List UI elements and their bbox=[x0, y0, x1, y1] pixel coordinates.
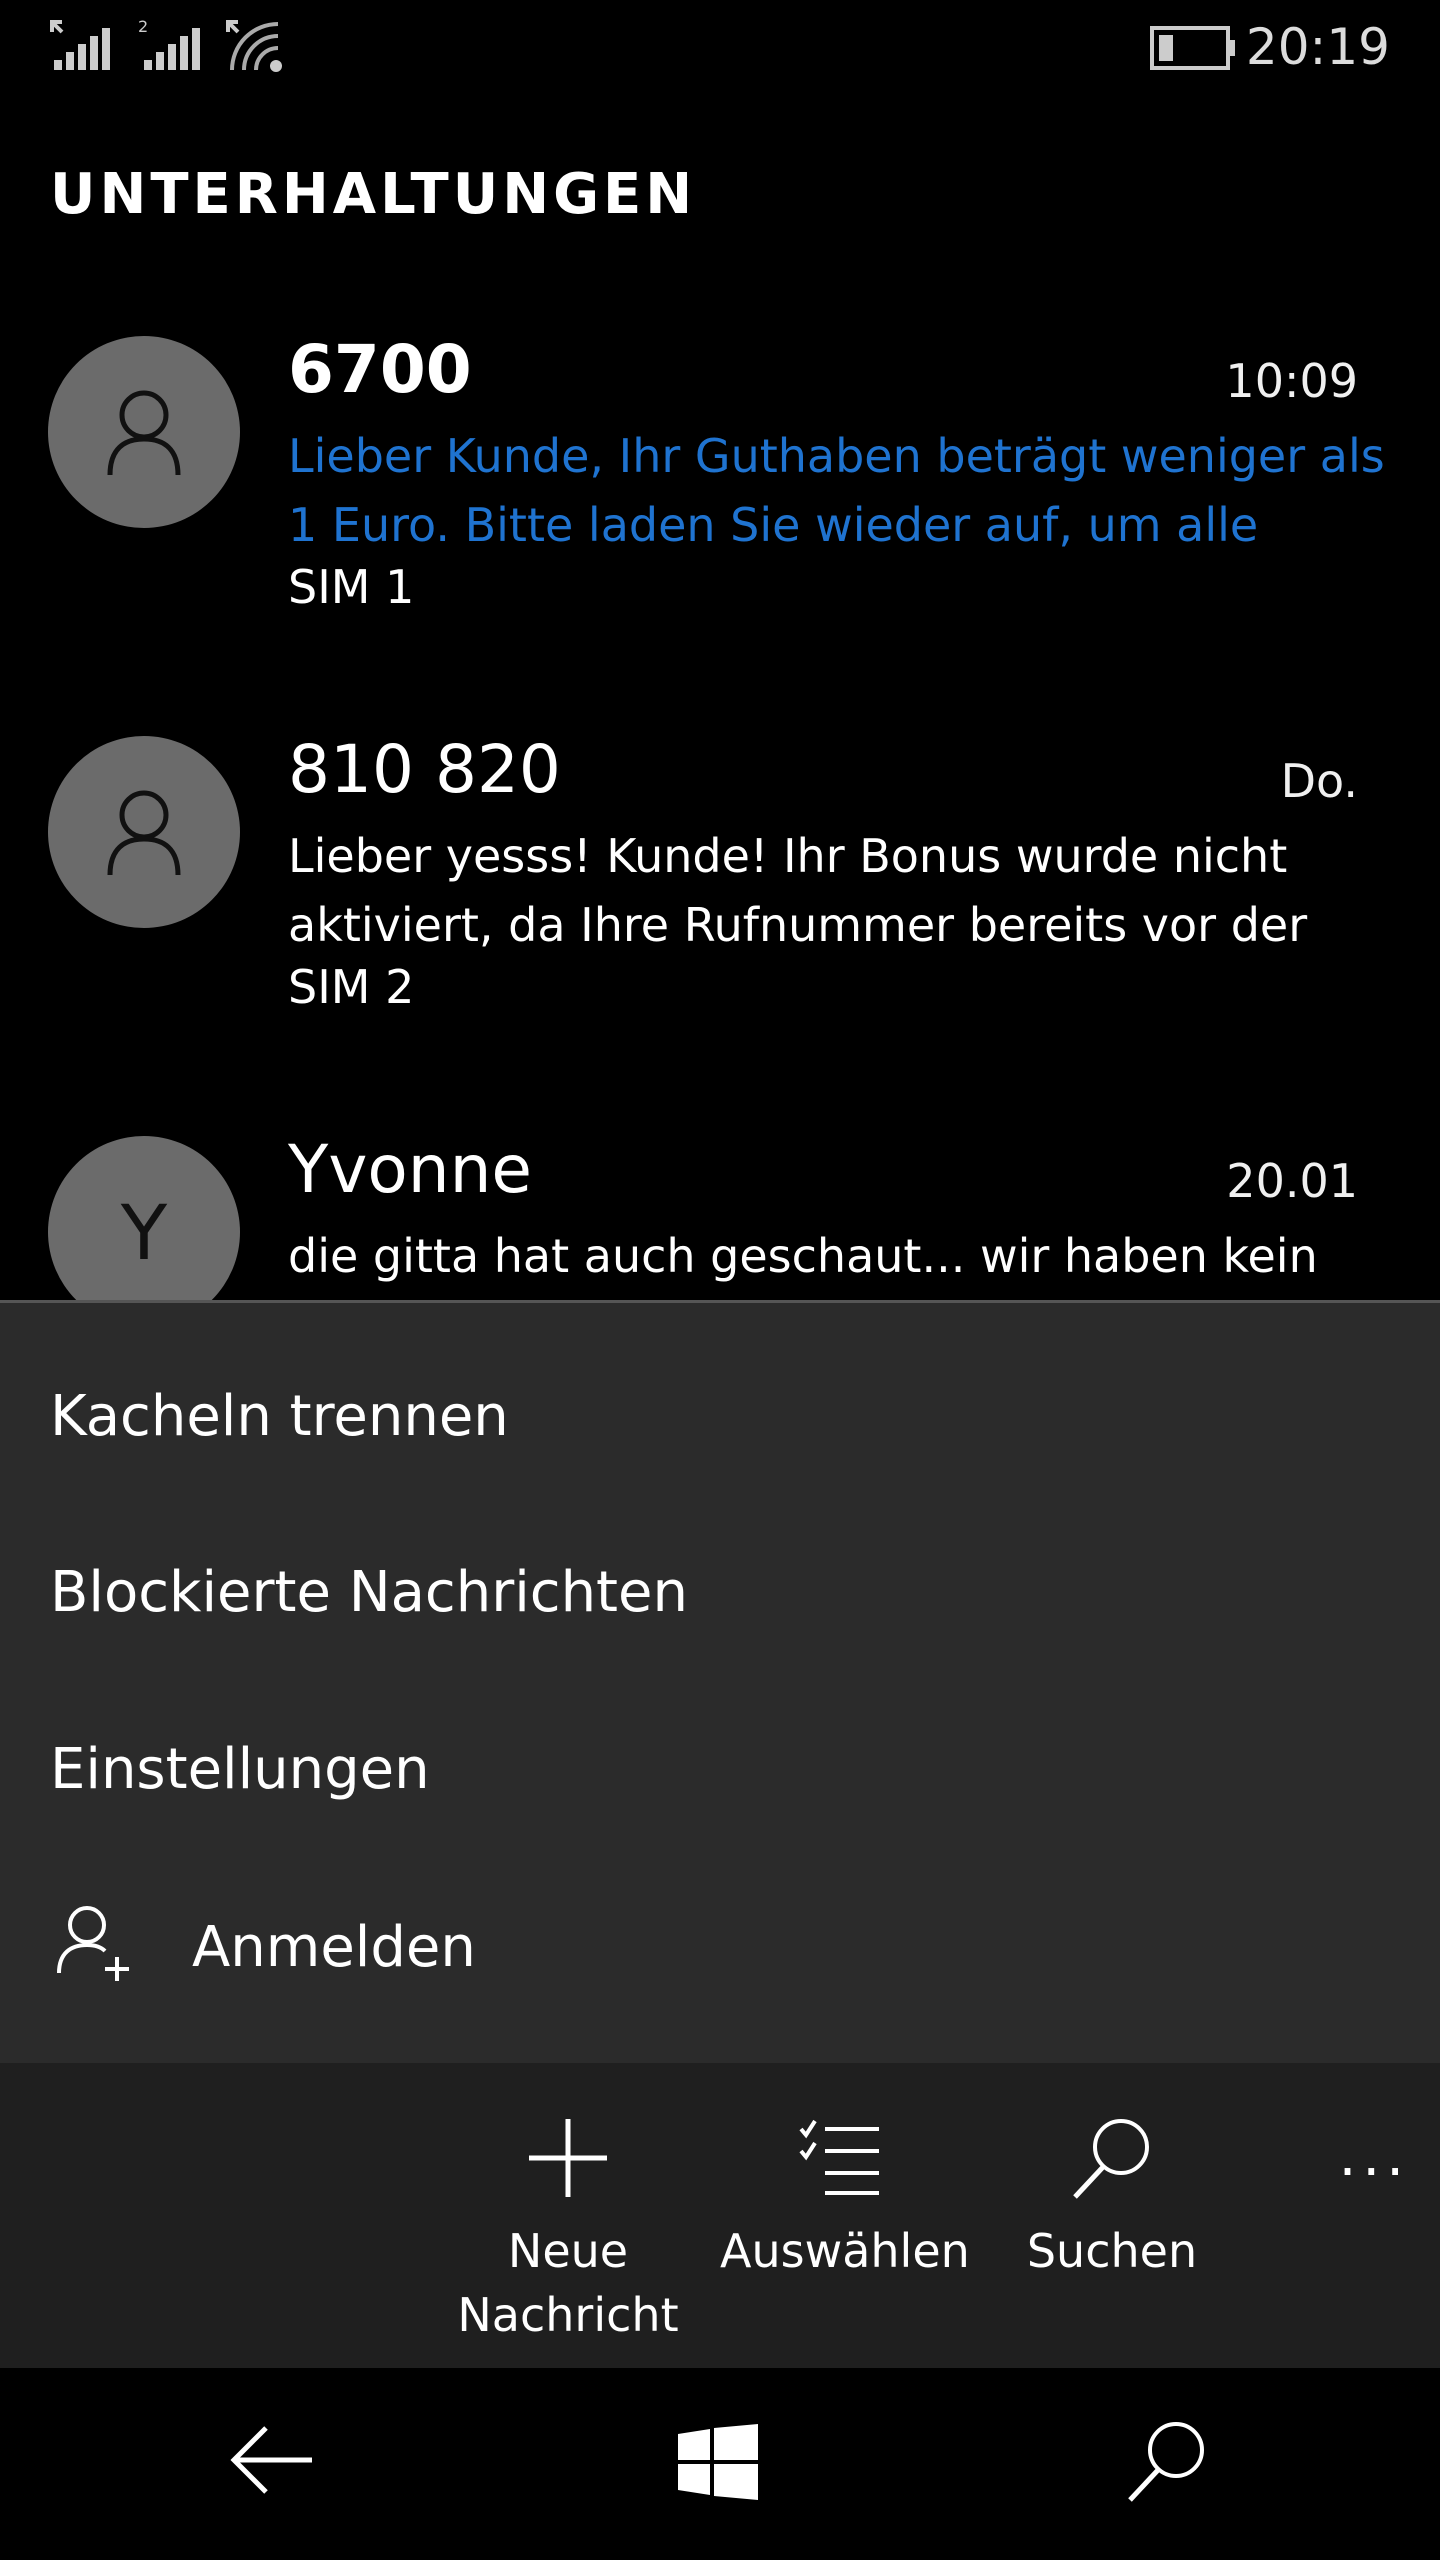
sim1-signal-icon bbox=[48, 18, 112, 72]
page-title: UNTERHALTUNGEN bbox=[50, 162, 697, 227]
search-icon bbox=[1073, 2119, 1149, 2199]
start-button[interactable] bbox=[678, 2424, 758, 2504]
checklist-icon bbox=[799, 2119, 879, 2195]
clock: 20:19 bbox=[1245, 18, 1390, 76]
contact-name: 6700 bbox=[288, 331, 472, 408]
person-icon bbox=[107, 790, 181, 876]
new-message-label-line1: Neue bbox=[507, 2224, 629, 2278]
back-button[interactable] bbox=[228, 2420, 314, 2504]
avatar bbox=[48, 336, 240, 528]
new-message-button[interactable]: Neue Nachricht bbox=[448, 2115, 688, 2347]
back-arrow-icon bbox=[230, 2426, 312, 2494]
menu-item-einstellungen[interactable]: Einstellungen bbox=[50, 1737, 430, 1802]
search-button[interactable]: Suchen bbox=[992, 2115, 1232, 2283]
nav-search-button[interactable] bbox=[1124, 2418, 1210, 2508]
message-time: 10:09 bbox=[1225, 354, 1358, 408]
windows-logo-icon bbox=[678, 2424, 758, 2500]
wifi-icon bbox=[224, 18, 288, 74]
menu-item-blockierte-nachrichten[interactable]: Blockierte Nachrichten bbox=[50, 1560, 688, 1625]
message-preview: Lieber yesss! Kunde! Ihr Bonus wurde nic… bbox=[288, 829, 1308, 952]
battery-icon bbox=[1150, 26, 1236, 74]
message-time: 20.01 bbox=[1226, 1154, 1358, 1208]
more-button[interactable]: ··· bbox=[1339, 2140, 1410, 2205]
person-add-icon bbox=[55, 1903, 135, 1987]
new-message-label-line2: Nachricht bbox=[457, 2288, 679, 2342]
contact-name: Yvonne bbox=[288, 1131, 533, 1208]
search-icon bbox=[1128, 2422, 1204, 2502]
person-icon bbox=[107, 390, 181, 476]
avatar-initial: Y bbox=[120, 1187, 168, 1277]
search-label: Suchen bbox=[1026, 2224, 1198, 2278]
sim2-signal-icon: 2 bbox=[138, 18, 202, 72]
conversation-item[interactable]: 810 820 Do. Lieber yesss! Kunde! Ihr Bon… bbox=[0, 731, 1440, 1036]
select-label: Auswählen bbox=[720, 2224, 970, 2278]
message-time: Do. bbox=[1280, 754, 1358, 808]
avatar bbox=[48, 736, 240, 928]
contact-name: 810 820 bbox=[288, 731, 561, 808]
sim2-number: 2 bbox=[138, 18, 148, 36]
plus-icon bbox=[529, 2119, 607, 2197]
message-preview: Lieber Kunde, Ihr Guthaben beträgt wenig… bbox=[288, 429, 1385, 552]
select-button[interactable]: Auswählen bbox=[720, 2115, 970, 2283]
conversation-item[interactable]: 6700 10:09 Lieber Kunde, Ihr Guthaben be… bbox=[0, 331, 1440, 636]
status-bar: 2 20:19 bbox=[0, 0, 1440, 90]
sim-label: SIM 1 bbox=[288, 560, 415, 614]
sim-label: SIM 2 bbox=[288, 960, 415, 1014]
menu-item-kacheln-trennen[interactable]: Kacheln trennen bbox=[50, 1384, 509, 1449]
message-preview: die gitta hat auch geschaut... wir haben… bbox=[288, 1229, 1318, 1283]
menu-item-anmelden[interactable]: Anmelden bbox=[192, 1915, 476, 1980]
